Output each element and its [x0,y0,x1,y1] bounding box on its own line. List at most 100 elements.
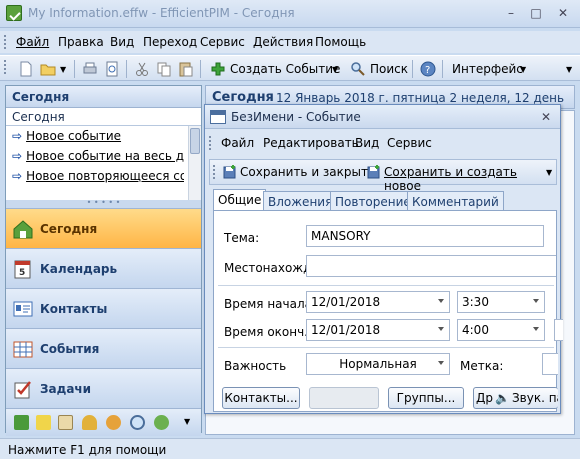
end-time-select[interactable]: 4:00 [457,319,545,341]
sticky-note-icon[interactable] [36,415,51,430]
tasks-icon [14,381,31,399]
copy-icon[interactable] [156,61,172,77]
topic-input[interactable]: MANSORY [306,225,544,247]
general-tab-panel: Тема: MANSORY Местонахождение: Время нач… [213,210,563,412]
start-time-select[interactable]: 3:30 [457,291,545,313]
tray-dropdown-icon[interactable]: ▼ [184,417,190,426]
quick-item-new-recurring-event[interactable]: ⇨ Новое повторяющееся со [6,166,184,186]
dialog-menu-edit[interactable]: Редактировать [263,136,359,150]
location-input[interactable] [306,255,556,277]
minimize-button[interactable]: – [500,4,522,22]
quick-item-label: Новое повторяющееся со [26,169,184,183]
dialog-close-button[interactable]: ✕ [535,108,557,126]
open-dropdown-icon[interactable]: ▼ [60,65,66,74]
print-icon[interactable] [82,61,98,77]
save-close-icon [223,165,236,179]
quick-list-scrollbar[interactable] [188,126,201,200]
tab-attachments[interactable]: Вложения [263,191,338,211]
nav-events[interactable]: События [6,328,201,368]
find-icon[interactable] [130,415,145,430]
menu-tools[interactable]: Сервис [200,35,245,49]
menu-grip-icon [4,35,7,49]
status-text: Нажмите F1 для помощи [8,443,167,457]
print-preview-icon[interactable] [104,61,120,77]
home-icon [13,220,33,239]
notes-icon[interactable] [14,415,29,430]
toolbar-separator [126,60,127,78]
tab-general[interactable]: Общие [213,189,267,212]
nav-calendar-label: Календарь [40,262,118,276]
scrollbar-thumb[interactable] [190,128,200,154]
create-event-dropdown-icon[interactable]: ▼ [332,65,338,74]
start-date-value: 12/01/2018 [311,295,381,309]
menu-bar: Файл Правка Вид Переход Сервис Действия … [0,31,580,53]
menu-actions[interactable]: Действия [253,35,313,49]
arrow-right-icon: ⇨ [12,169,23,183]
start-date-picker[interactable]: 12/01/2018 [306,291,450,313]
nav-today[interactable]: Сегодня [6,208,201,248]
menu-help[interactable]: Помощь [315,35,366,49]
location-label: Местонахождение: [224,261,306,275]
app-icon [6,5,22,21]
dialog-menu-tools[interactable]: Сервис [387,136,432,150]
all-day-checkbox-edge[interactable] [554,319,563,341]
menu-go[interactable]: Переход [143,35,197,49]
new-document-icon[interactable] [18,61,34,77]
interface-dropdown-icon[interactable]: ▼ [520,65,526,74]
window-title: My Information.effw - EfficientPIM - Сег… [28,6,295,20]
tab-recurrence[interactable]: Повторение [330,191,416,211]
pane-splitter[interactable]: • • • • • [6,199,201,208]
toolbar-grip-icon [4,60,7,74]
help-icon[interactable]: ? [420,61,436,77]
menu-edit[interactable]: Правка [58,35,104,49]
nav-today-label: Сегодня [40,222,98,236]
contacts-icon [13,301,33,317]
svg-text:?: ? [425,65,430,76]
interface-menu[interactable]: Интерфейс [452,62,523,76]
dialog-tabs: Общие Вложения Повторение Комментарий [213,189,557,212]
search-icon[interactable] [350,61,366,77]
search-button[interactable]: Поиск [370,62,408,76]
maximize-button[interactable]: □ [525,4,547,22]
nav-calendar[interactable]: 5 Календарь [6,248,201,288]
arrow-right-icon: ⇨ [12,149,23,163]
key-icon[interactable] [82,415,97,430]
end-time-label: Время оконч.: [224,325,313,339]
nav-tasks[interactable]: Задачи [6,368,201,408]
toolbar-separator [442,60,443,78]
importance-select[interactable]: Нормальная [306,353,450,375]
cut-icon[interactable] [134,61,150,77]
menu-file[interactable]: Файл [16,35,49,49]
add-icon[interactable] [210,61,226,77]
journal-icon[interactable] [58,415,73,430]
tab-comment[interactable]: Комментарий [407,191,504,211]
other-button-label: Др [476,391,493,405]
dialog-menu-view[interactable]: Вид [355,136,379,150]
dialog-toolbar-overflow-icon[interactable]: ▼ [546,168,552,177]
menu-view[interactable]: Вид [110,35,134,49]
save-close-button[interactable]: Сохранить и закрыть [240,165,375,179]
quick-item-new-all-day-event[interactable]: ⇨ Новое событие на весь де [6,146,184,166]
groups-button[interactable]: Группы... [388,387,464,409]
refresh-icon[interactable] [154,415,169,430]
sound-button-label: Звук. пар [511,391,558,405]
nav-events-label: События [40,342,100,356]
events-icon [13,341,33,358]
close-button[interactable]: ✕ [552,4,574,22]
globe-icon[interactable] [106,415,121,430]
open-folder-icon[interactable] [40,61,56,77]
quick-item-new-event[interactable]: ⇨ Новое событие [6,126,184,146]
paste-icon[interactable] [178,61,194,77]
menu-file-label: Файл [16,35,50,49]
create-event-button[interactable]: Создать Событие [230,62,340,76]
mark-checkbox[interactable] [542,353,558,375]
dialog-toolbar: Сохранить и закрыть Сохранить и создать … [209,159,557,193]
end-date-picker[interactable]: 12/01/2018 [306,319,450,341]
sound-button[interactable]: Др🔈Звук. пар [473,387,558,409]
quick-item-label: Новое событие на весь де [26,149,184,163]
dialog-menu-file[interactable]: Файл [221,136,254,150]
nav-contacts[interactable]: Контакты [6,288,201,328]
toolbar-overflow-icon[interactable]: ▼ [566,65,572,74]
nav-tasks-label: Задачи [40,382,92,396]
contacts-button[interactable]: Контакты... [222,387,300,409]
